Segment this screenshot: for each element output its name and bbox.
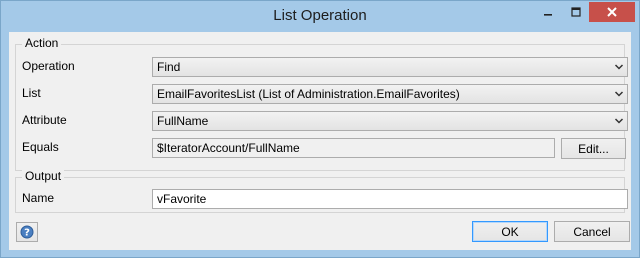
svg-text:?: ? — [24, 228, 30, 239]
operation-select[interactable]: Find — [152, 57, 628, 77]
operation-value: Find — [157, 60, 181, 74]
list-value: EmailFavoritesList (List of Administrati… — [157, 87, 460, 101]
help-icon: ? — [20, 225, 34, 239]
ok-button[interactable]: OK — [472, 221, 548, 242]
action-legend: Action — [22, 36, 62, 50]
attribute-select[interactable]: FullName — [152, 111, 628, 131]
dialog-body: Action Operation Find List EmailFavorite… — [9, 32, 631, 250]
titlebar[interactable]: List Operation — [1, 1, 639, 32]
maximize-icon — [571, 7, 581, 17]
cancel-button[interactable]: Cancel — [554, 221, 630, 242]
close-icon — [607, 7, 617, 17]
equals-field[interactable]: $IteratorAccount/FullName — [152, 138, 555, 158]
minimize-icon — [544, 14, 552, 16]
name-value: vFavorite — [157, 192, 207, 206]
chevron-down-icon — [614, 64, 624, 70]
close-button[interactable] — [589, 2, 635, 22]
list-select[interactable]: EmailFavoritesList (List of Administrati… — [152, 84, 628, 104]
name-label: Name — [22, 191, 55, 205]
edit-button[interactable]: Edit... — [561, 138, 626, 159]
attribute-value: FullName — [157, 114, 209, 128]
operation-label: Operation — [22, 59, 75, 73]
dialog-window: List Operation Action Operation Find Lis… — [0, 0, 640, 258]
action-group: Action Operation Find List EmailFavorite… — [15, 36, 628, 171]
maximize-button[interactable] — [566, 2, 586, 22]
equals-value: $IteratorAccount/FullName — [157, 141, 300, 155]
output-group: Output Name vFavorite — [15, 169, 628, 213]
name-input[interactable]: vFavorite — [152, 189, 628, 209]
minimize-button[interactable] — [538, 2, 558, 22]
help-button[interactable]: ? — [16, 222, 38, 242]
attribute-label: Attribute — [22, 113, 67, 127]
chevron-down-icon — [614, 118, 624, 124]
equals-label: Equals — [22, 140, 59, 154]
output-legend: Output — [22, 169, 65, 183]
list-label: List — [22, 86, 41, 100]
chevron-down-icon — [614, 91, 624, 97]
